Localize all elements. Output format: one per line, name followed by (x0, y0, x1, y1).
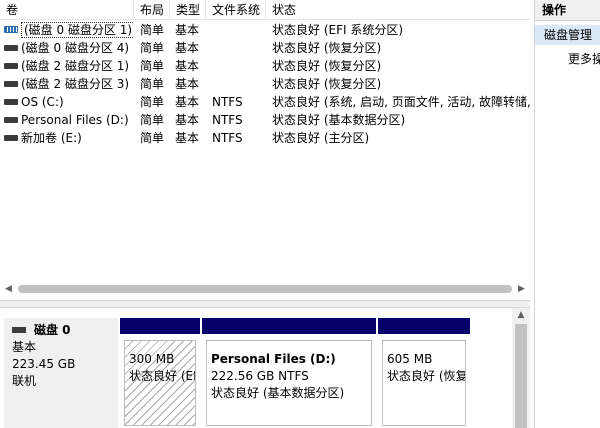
volume-filesystem: NTFS (212, 95, 243, 109)
volume-icon (4, 98, 18, 105)
table-row[interactable]: (磁盘 2 磁盘分区 1) 简单 基本 状态良好 (恢复分区) (0, 57, 530, 75)
disk-state: 联机 (12, 374, 37, 388)
scroll-left-icon[interactable]: ◀ (0, 281, 17, 298)
horizontal-scrollbar[interactable]: ◀ ▶ (0, 281, 530, 298)
partition-name: Personal Files (D:) (211, 352, 336, 366)
disk-graphical-pane: 磁盘 0 基本 223.45 GB 联机 300 MB 状态良好 (EFI Pe… (0, 308, 530, 428)
volume-name: Personal Files (D:) (21, 113, 129, 127)
volume-filesystem (206, 75, 266, 93)
vertical-scroll-thumb[interactable] (515, 324, 527, 428)
partition-size: 222.56 GB NTFS (211, 369, 309, 383)
table-row[interactable]: (磁盘 2 磁盘分区 3) 简单 基本 状态良好 (恢复分区) (0, 75, 530, 93)
column-header-type[interactable]: 类型 (170, 0, 206, 20)
volume-icon (4, 62, 18, 69)
partition-box: 300 MB 状态良好 (EFI (124, 340, 196, 426)
action-pane-header: 操作 (535, 0, 600, 21)
volume-layout: 简单 (140, 113, 165, 127)
volume-name: (磁盘 0 磁盘分区 1) (21, 22, 134, 38)
volume-type: 基本 (175, 77, 200, 91)
partition-personal-files[interactable]: Personal Files (D:) 222.56 GB NTFS 状态良好 … (202, 318, 376, 428)
volume-status: 状态良好 (系统, 启动, 页面文件, 活动, 故障转储, (272, 95, 530, 109)
partition-bar (120, 318, 200, 334)
disk-icon (12, 326, 26, 333)
partition-status: 状态良好 (基本数据分区) (211, 386, 345, 400)
volume-filesystem (206, 57, 266, 75)
volume-name: (磁盘 2 磁盘分区 3) (21, 77, 130, 91)
volume-type: 基本 (175, 41, 200, 55)
scroll-right-icon[interactable]: ▶ (513, 281, 530, 298)
volume-status: 状态良好 (主分区) (272, 131, 370, 145)
pane-splitter[interactable] (0, 300, 530, 308)
volume-icon (4, 116, 18, 123)
volume-status: 状态良好 (恢复分区) (272, 41, 382, 55)
more-actions-link[interactable]: 更多操 (568, 50, 600, 68)
action-section-disk-management[interactable]: 磁盘管理 (535, 25, 600, 45)
volume-filesystem (206, 39, 266, 57)
volume-filesystem: NTFS (212, 113, 243, 127)
partition-bar (202, 318, 376, 334)
volume-status: 状态良好 (基本数据分区) (272, 113, 406, 127)
volume-filesystem (206, 21, 266, 39)
volume-status: 状态良好 (EFI 系统分区) (272, 23, 404, 37)
volume-filesystem: NTFS (212, 131, 243, 145)
partition-efi[interactable]: 300 MB 状态良好 (EFI (120, 318, 200, 428)
disk-info[interactable]: 磁盘 0 基本 223.45 GB 联机 (4, 318, 118, 428)
disk-title: 磁盘 0 (34, 323, 71, 337)
volume-layout: 简单 (140, 131, 165, 145)
volume-name: 新加卷 (E:) (21, 131, 82, 145)
column-header-layout[interactable]: 布局 (134, 0, 170, 20)
column-header-filesystem[interactable]: 文件系统 (206, 0, 266, 20)
volume-status: 状态良好 (恢复分区) (272, 77, 382, 91)
volume-list-pane: 卷 布局 类型 文件系统 状态 (磁盘 0 磁盘分区 1) 简单 基本 状态良好… (0, 0, 530, 300)
partition-box: 605 MB 状态良好 (恢复 (382, 340, 466, 426)
volume-type: 基本 (175, 23, 200, 37)
volume-type: 基本 (175, 131, 200, 145)
volume-icon (4, 44, 18, 51)
partition-status: 状态良好 (恢复 (387, 369, 466, 383)
column-header-status[interactable]: 状态 (266, 0, 530, 20)
action-pane: 操作 磁盘管理 更多操 (534, 0, 600, 428)
volume-type: 基本 (175, 59, 200, 73)
volume-layout: 简单 (140, 59, 165, 73)
partition-box: Personal Files (D:) 222.56 GB NTFS 状态良好 … (206, 340, 372, 426)
horizontal-scroll-thumb[interactable] (18, 285, 512, 293)
volume-layout: 简单 (140, 77, 165, 91)
volume-layout: 简单 (140, 95, 165, 109)
table-row[interactable]: (磁盘 0 磁盘分区 1) 简单 基本 状态良好 (EFI 系统分区) (0, 21, 530, 39)
volume-icon (4, 134, 18, 141)
partition-bar (378, 318, 470, 334)
disk-size: 223.45 GB (12, 357, 76, 371)
volume-layout: 简单 (140, 41, 165, 55)
volume-status: 状态良好 (恢复分区) (272, 59, 382, 73)
volume-type: 基本 (175, 95, 200, 109)
disk-type: 基本 (12, 340, 37, 354)
table-row[interactable]: OS (C:) 简单 基本 NTFS 状态良好 (系统, 启动, 页面文件, 活… (0, 93, 530, 111)
vertical-scrollbar[interactable]: ▲ (512, 308, 530, 428)
volume-layout: 简单 (140, 23, 165, 37)
table-row[interactable]: Personal Files (D:) 简单 基本 NTFS 状态良好 (基本数… (0, 111, 530, 129)
volume-name: OS (C:) (21, 95, 64, 109)
partition-size: 300 MB (129, 352, 175, 366)
volume-name: (磁盘 0 磁盘分区 4) (21, 41, 130, 55)
volume-icon (4, 80, 18, 87)
partition-size: 605 MB (387, 352, 433, 366)
partition-recovery[interactable]: 605 MB 状态良好 (恢复 (378, 318, 470, 428)
volume-name: (磁盘 2 磁盘分区 1) (21, 59, 130, 73)
volume-list-header: 卷 布局 类型 文件系统 状态 (0, 0, 530, 20)
table-row[interactable]: 新加卷 (E:) 简单 基本 NTFS 状态良好 (主分区) (0, 129, 530, 147)
table-row[interactable]: (磁盘 0 磁盘分区 4) 简单 基本 状态良好 (恢复分区) (0, 39, 530, 57)
efi-volume-icon (4, 26, 18, 33)
volume-type: 基本 (175, 113, 200, 127)
partition-status: 状态良好 (EFI (129, 369, 195, 383)
scroll-up-icon[interactable]: ▲ (512, 308, 530, 322)
column-header-volume[interactable]: 卷 (0, 0, 134, 20)
